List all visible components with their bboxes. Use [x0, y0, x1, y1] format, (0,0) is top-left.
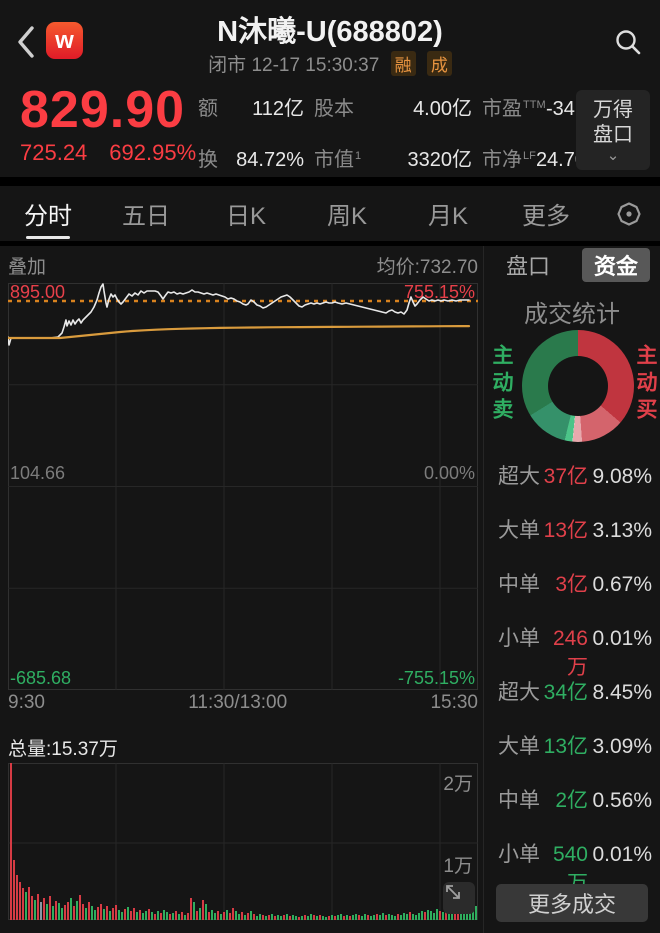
- tab-order-book[interactable]: 盘口: [494, 248, 562, 282]
- header: w N沐曦-U(688802) 闭市 12-17 15:30:37 融 成: [0, 0, 660, 88]
- search-icon: [614, 28, 642, 56]
- price-change-line: 725.24 692.95%: [20, 140, 218, 166]
- market-status-line: 闭市 12-17 15:30:37 融 成: [0, 50, 660, 77]
- y-min-price: -685.68: [10, 669, 71, 687]
- stat-turnover: 换84.72%: [198, 143, 304, 172]
- funds-rows: 超大37亿9.08% 大单13亿3.13% 中单3亿0.67% 小单246万0.…: [498, 460, 652, 892]
- divider: [0, 177, 660, 186]
- expand-chart-button[interactable]: [443, 882, 475, 914]
- tab-intraday[interactable]: 分时: [0, 186, 96, 241]
- sell-row-md: 中单2亿0.56%: [498, 784, 652, 838]
- y-mid-price: 104.66: [10, 464, 65, 482]
- chart-period-tabs: 分时 五日 日K 周K 月K 更多: [0, 186, 660, 241]
- time-open: 9:30: [8, 692, 45, 714]
- stat-pb: 市净LF24.70: [482, 143, 586, 172]
- quote-section: 829.90 725.24692.95% 额112亿 股本4.00亿 市盈TTM…: [0, 88, 660, 177]
- market-status: 闭市: [208, 55, 246, 76]
- volume-chart[interactable]: 2万 1万: [8, 763, 478, 920]
- buy-row-sm: 小单246万0.01%: [498, 622, 652, 676]
- sell-row-lg: 大单13亿3.09%: [498, 730, 652, 784]
- active-buy-label: 主动买: [630, 344, 660, 425]
- volume-total-label: 总量:15.37万: [8, 734, 118, 761]
- tab-funds[interactable]: 资金: [582, 248, 650, 282]
- price-change: 725.24: [20, 140, 87, 165]
- search-button[interactable]: [610, 24, 646, 60]
- page-title: N沐曦-U(688802): [0, 8, 660, 50]
- main-content: 叠加 均价:732.70 895.00 755.15% 104.66 0.00%…: [0, 246, 660, 933]
- volume-chart-canvas: [8, 763, 478, 920]
- chart-column: 叠加 均价:732.70 895.00 755.15% 104.66 0.00%…: [0, 246, 484, 933]
- intraday-chart[interactable]: 895.00 755.15% 104.66 0.00% -685.68 -755…: [8, 283, 478, 690]
- price-change-pct: 692.95%: [109, 140, 196, 165]
- trade-stats-donut: [522, 330, 634, 442]
- time-axis: 9:30 11:30/13:00 15:30: [8, 692, 478, 714]
- overlay-label[interactable]: 叠加: [8, 252, 46, 279]
- chevron-down-icon: ⌄: [607, 150, 620, 162]
- wind-order-book-button[interactable]: 万得 盘口 ⌄: [576, 90, 650, 170]
- stat-amount: 额112亿: [198, 92, 304, 121]
- tab-daily-k[interactable]: 日K: [196, 186, 296, 241]
- tab-five-day[interactable]: 五日: [96, 186, 196, 241]
- funds-panel-tabs: 盘口 资金: [484, 250, 660, 280]
- avg-price-label: 均价:732.70: [377, 252, 478, 279]
- buy-row-lg: 大单13亿3.13%: [498, 514, 652, 568]
- quote-datetime: 12-17 15:30:37: [251, 55, 379, 76]
- tab-monthly-k[interactable]: 月K: [398, 186, 498, 241]
- active-sell-label: 主动卖: [486, 344, 516, 425]
- y-min-pct: -755.15%: [398, 669, 475, 687]
- expand-icon: [443, 882, 463, 902]
- margin-badge: 融: [391, 51, 416, 76]
- stat-pe: 市盈TTM-341: [482, 92, 586, 121]
- settings-icon: [616, 201, 642, 227]
- time-noon: 11:30/13:00: [188, 692, 287, 714]
- component-badge: 成: [427, 51, 452, 76]
- quote-stats: 额112亿 股本4.00亿 市盈TTM-341 换84.72% 市值13320亿…: [198, 92, 566, 172]
- buy-row-xl: 超大37亿9.08%: [498, 460, 652, 514]
- trade-stats-title: 成交统计: [484, 294, 660, 329]
- time-close: 15:30: [430, 692, 478, 714]
- stat-shares: 股本4.00亿: [314, 92, 472, 121]
- intraday-chart-canvas: [8, 283, 478, 690]
- stock-detail-screen: w N沐曦-U(688802) 闭市 12-17 15:30:37 融 成 82…: [0, 0, 660, 933]
- funds-panel: 盘口 资金 成交统计 主动卖 主动买 超大37亿9.08% 大单13亿3.13%…: [484, 246, 660, 933]
- vol-axis-2w: 2万: [443, 769, 473, 796]
- tab-more[interactable]: 更多: [498, 186, 594, 241]
- more-trades-button[interactable]: 更多成交: [496, 884, 648, 922]
- y-max-price: 895.00: [10, 283, 65, 301]
- chart-header: 叠加 均价:732.70: [8, 252, 478, 279]
- buy-row-md: 中单3亿0.67%: [498, 568, 652, 622]
- tab-weekly-k[interactable]: 周K: [296, 186, 398, 241]
- y-mid-pct: 0.00%: [424, 464, 475, 482]
- vol-axis-1w: 1万: [443, 851, 473, 878]
- stat-marketcap: 市值13320亿: [314, 143, 472, 172]
- sell-row-xl: 超大34亿8.45%: [498, 676, 652, 730]
- trade-stats-donut-area: 主动卖 主动买: [484, 330, 660, 454]
- y-max-pct: 755.15%: [404, 283, 475, 301]
- last-price: 829.90: [20, 80, 185, 140]
- chart-settings-button[interactable]: [616, 201, 642, 227]
